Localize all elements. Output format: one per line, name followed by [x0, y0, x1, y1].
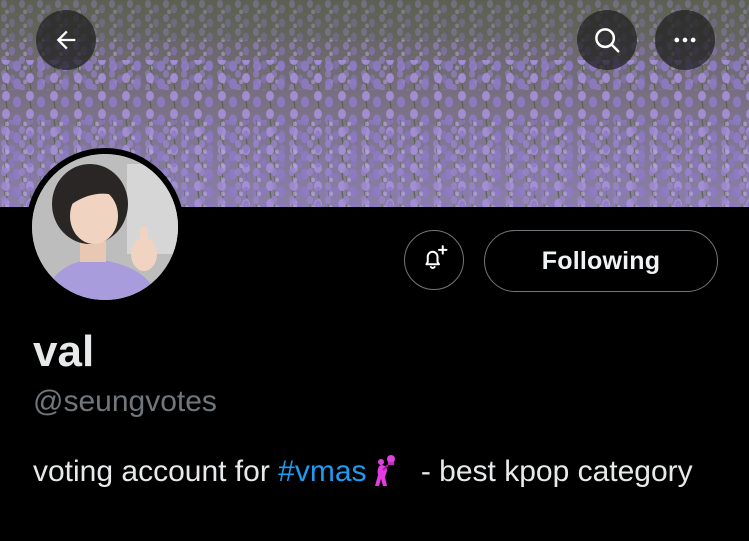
- display-name: val: [33, 327, 95, 376]
- microphone-singer-emoji: [371, 453, 399, 487]
- back-button[interactable]: [36, 10, 96, 70]
- bio-text: voting account for: [33, 455, 279, 488]
- avatar[interactable]: [26, 148, 184, 306]
- bio-text-continued: - best kpop category: [412, 455, 693, 488]
- search-icon: [592, 25, 622, 55]
- hashtag-link[interactable]: #vmas: [278, 455, 366, 488]
- following-button[interactable]: Following: [484, 230, 718, 292]
- profile-bio: voting account for #vmas - best kpop cat…: [33, 450, 733, 494]
- avatar-photo: [32, 154, 178, 300]
- arrow-left-icon: [52, 26, 80, 54]
- bell-plus-icon: [419, 243, 449, 278]
- more-horizontal-icon: [671, 26, 699, 54]
- following-button-label: Following: [541, 246, 661, 275]
- search-button[interactable]: [577, 10, 637, 70]
- more-options-button[interactable]: [655, 10, 715, 70]
- notifications-button[interactable]: [404, 230, 464, 290]
- user-handle: @seungvotes: [33, 385, 217, 418]
